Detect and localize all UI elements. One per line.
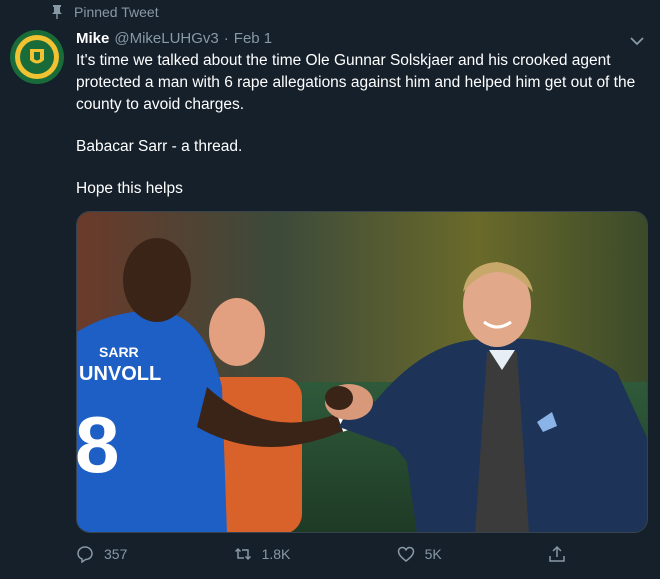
author-handle[interactable]: @MikeLUHGv3 (114, 30, 218, 47)
tweet-paragraph: Hope this helps (76, 180, 183, 197)
retweet-button[interactable]: 1.8K (234, 545, 291, 563)
jersey-number: 8 (77, 400, 120, 489)
jersey-name: SARR (99, 344, 139, 360)
avatar[interactable] (10, 30, 64, 84)
tweet-header: Mike @MikeLUHGv3 · Feb 1 (76, 30, 620, 47)
retweet-count: 1.8K (261, 546, 291, 562)
share-icon (549, 545, 565, 562)
share-button[interactable] (548, 545, 566, 563)
reply-count: 357 (104, 546, 128, 562)
reply-icon (77, 546, 93, 563)
like-count: 5K (424, 546, 442, 562)
pinned-label: Pinned Tweet (74, 4, 159, 20)
heart-icon (397, 546, 414, 562)
author-name[interactable]: Mike (76, 30, 109, 47)
chevron-down-icon[interactable] (628, 32, 646, 50)
tweet-date[interactable]: Feb 1 (234, 30, 272, 47)
tweet-paragraph: It's time we talked about the time Ole G… (76, 52, 640, 113)
pin-icon (52, 5, 62, 19)
tweet-actions: 357 1.8K 5K (76, 545, 566, 563)
club-crest-logo (10, 30, 64, 84)
jersey-team: UNVOLL (79, 363, 161, 385)
retweet-icon (234, 547, 251, 561)
pinned-indicator: Pinned Tweet (50, 4, 159, 20)
tweet-paragraph: Babacar Sarr - a thread. (76, 138, 243, 155)
tweet-text: It's time we talked about the time Ole G… (76, 50, 651, 220)
separator: · (223, 30, 229, 47)
photo-handshake: SARR UNVOLL 8 (77, 212, 647, 532)
tweet-image[interactable]: SARR UNVOLL 8 (76, 211, 648, 533)
like-button[interactable]: 5K (397, 545, 442, 563)
reply-button[interactable]: 357 (76, 545, 127, 563)
